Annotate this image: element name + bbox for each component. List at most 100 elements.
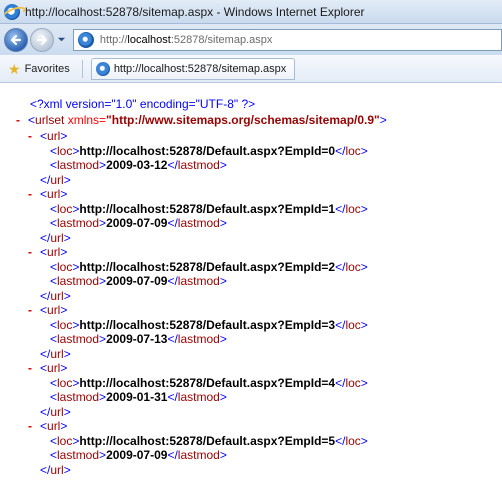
tag-name: loc <box>57 317 73 332</box>
tag-bracket: > <box>379 113 387 127</box>
favorites-label: Favorites <box>24 62 70 75</box>
tag-name: loc <box>57 259 73 274</box>
lastmod-line: <lastmod>2009-01-31</lastmod> <box>50 389 227 405</box>
tag-bracket: > <box>360 375 368 390</box>
xml-document-view: <?xml version="1.0" encoding="UTF-8" ?> … <box>0 84 502 480</box>
tag-bracket: < <box>40 187 48 201</box>
tag-bracket: > <box>360 143 368 158</box>
recent-pages-dropdown[interactable] <box>57 35 67 45</box>
tag-name: url <box>47 303 61 317</box>
tag-bracket: </ <box>335 375 346 390</box>
window-title: http://localhost:52878/sitemap.aspx - Wi… <box>25 4 365 19</box>
loc-value: http://localhost:52878/Default.aspx?EmpI… <box>79 375 336 390</box>
tag-bracket: </ <box>40 346 51 361</box>
tag-name: url <box>50 288 64 303</box>
tag-name: lastmod <box>177 390 220 404</box>
tag-name: loc <box>345 143 361 158</box>
tag-bracket: < <box>28 113 36 127</box>
tag-bracket: < <box>40 361 48 375</box>
chevron-down-icon <box>58 37 66 42</box>
tag-name: loc <box>345 259 361 274</box>
lastmod-value: 2009-07-09 <box>106 448 168 462</box>
tag-bracket: > <box>99 332 107 346</box>
tag-bracket: < <box>50 433 58 448</box>
forward-button[interactable] <box>29 27 54 52</box>
tag-name: lastmod <box>57 158 100 172</box>
tag-bracket: > <box>219 390 227 404</box>
favorites-bar: ★ Favorites http://localhost:52878/sitem… <box>0 55 502 83</box>
tag-bracket: </ <box>40 404 51 419</box>
tag-bracket: > <box>60 419 68 433</box>
tag-name: url <box>47 245 61 259</box>
tag-bracket: > <box>60 187 68 201</box>
tab-sitemap[interactable]: http://localhost:52878/sitemap.aspx <box>90 57 296 80</box>
tag-name: lastmod <box>177 448 220 462</box>
lastmod-line: <lastmod>2009-07-09</lastmod> <box>50 447 227 463</box>
loc-value: http://localhost:52878/Default.aspx?EmpI… <box>79 143 336 158</box>
tag-name: loc <box>57 375 73 390</box>
tag-bracket: </ <box>335 201 346 216</box>
tag-bracket: < <box>50 375 58 390</box>
tag-bracket: < <box>50 317 58 332</box>
tag-bracket: < <box>50 216 58 230</box>
tag-bracket: > <box>219 274 227 288</box>
collapse-url-toggle[interactable]: - <box>28 186 40 202</box>
tag-name: loc <box>57 143 73 158</box>
tag-name: loc <box>345 375 361 390</box>
tag-name: lastmod <box>57 274 100 288</box>
tag-bracket: > <box>219 448 227 462</box>
tag-name: url <box>50 404 64 419</box>
tag-bracket: </ <box>40 462 51 477</box>
tag-bracket: < <box>50 201 58 216</box>
tag-bracket: > <box>63 346 71 361</box>
star-icon: ★ <box>8 60 21 77</box>
tag-name: lastmod <box>57 332 100 346</box>
forward-arrow-icon <box>36 34 48 45</box>
back-button[interactable] <box>4 27 28 52</box>
favorites-button[interactable]: ★ Favorites <box>6 58 76 80</box>
address-path: :52878/sitemap.aspx <box>170 33 273 46</box>
tag-name: url <box>47 187 61 201</box>
tag-bracket: > <box>63 288 71 303</box>
tag-bracket: < <box>50 332 58 346</box>
tag-name: url <box>50 230 64 245</box>
tag-bracket: </ <box>335 143 346 158</box>
tag-bracket: < <box>40 245 48 259</box>
collapse-url-toggle[interactable]: - <box>28 418 40 434</box>
tag-bracket: > <box>63 462 71 477</box>
tag-name: url <box>50 462 64 477</box>
tag-bracket: > <box>63 230 71 245</box>
tag-name: url <box>47 129 61 143</box>
tag-bracket: > <box>63 172 71 187</box>
collapse-url-toggle[interactable]: - <box>28 302 40 318</box>
collapse-url-toggle[interactable]: - <box>28 244 40 260</box>
divider <box>81 59 83 78</box>
collapse-url-toggle[interactable]: - <box>28 128 40 144</box>
navigation-bar: http://localhost:52878/sitemap.aspx <box>0 24 502 55</box>
tag-bracket: </ <box>167 332 178 346</box>
collapse-url-toggle[interactable]: - <box>28 360 40 376</box>
page-icon <box>77 31 94 48</box>
lastmod-line: <lastmod>2009-07-13</lastmod> <box>50 331 227 347</box>
tag-bracket: </ <box>335 259 346 274</box>
tag-bracket: > <box>99 216 107 230</box>
tag-bracket: </ <box>167 274 178 288</box>
tag-bracket: > <box>60 245 68 259</box>
tag-name: loc <box>57 201 73 216</box>
tag-name: lastmod <box>57 390 100 404</box>
address-bar[interactable]: http://localhost:52878/sitemap.aspx <box>72 28 502 51</box>
collapse-urlset-toggle[interactable]: - <box>16 112 28 128</box>
xml-declaration: <?xml version="1.0" encoding="UTF-8" ?> <box>30 97 256 111</box>
tag-bracket: > <box>60 303 68 317</box>
tag-bracket: > <box>360 433 368 448</box>
tag-bracket: > <box>219 158 227 172</box>
tag-bracket: > <box>60 129 68 143</box>
tag-bracket: </ <box>167 158 178 172</box>
tag-name: urlset <box>35 113 65 127</box>
tag-bracket: > <box>99 274 107 288</box>
loc-value: http://localhost:52878/Default.aspx?EmpI… <box>79 433 336 448</box>
lastmod-line: <lastmod>2009-07-09</lastmod> <box>50 215 227 231</box>
tag-bracket: > <box>219 216 227 230</box>
tag-name: loc <box>345 317 361 332</box>
lastmod-line: <lastmod>2009-07-09</lastmod> <box>50 273 227 289</box>
